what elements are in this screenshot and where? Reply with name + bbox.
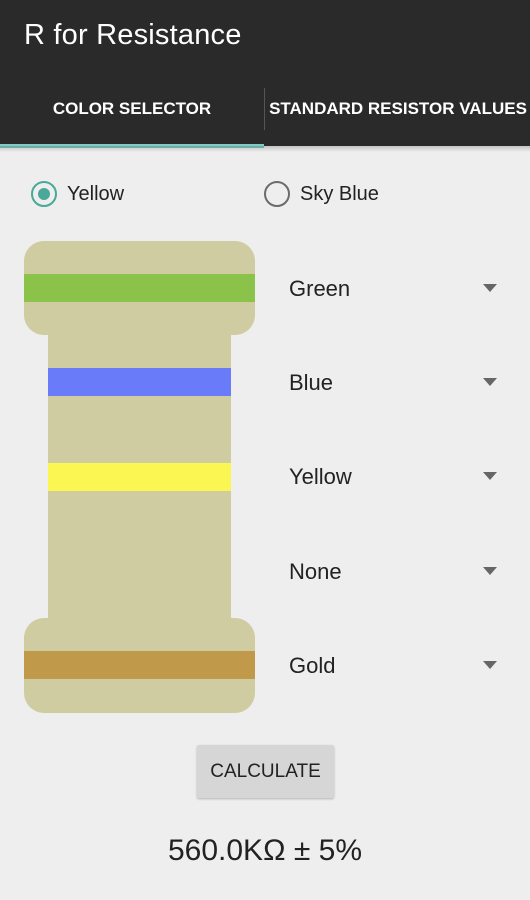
calculate-button[interactable]: CALCULATE [197, 745, 334, 798]
tab-color-selector[interactable]: COLOR SELECTOR [0, 72, 264, 146]
band-5-stripe [24, 651, 255, 679]
band-1-stripe [24, 274, 255, 302]
radio-sky-blue[interactable]: Sky Blue [264, 176, 379, 212]
dropdown-arrow-icon [483, 472, 497, 480]
tab-bar: COLOR SELECTOR STANDARD RESISTOR VALUES [0, 72, 530, 146]
tab-standard-resistor-values[interactable]: STANDARD RESISTOR VALUES [266, 72, 530, 146]
band-3-stripe [48, 463, 231, 491]
band-5-dropdown[interactable]: Gold [289, 642, 505, 690]
resistance-result: 560.0KΩ ± 5% [167, 834, 362, 867]
radio-label-yellow: Yellow [67, 182, 125, 205]
tab-bar-shadow [0, 146, 530, 152]
dropdown-arrow-icon [483, 378, 497, 386]
radio-label-sky-blue: Sky Blue [300, 182, 379, 205]
band-1-dropdown[interactable]: Green [289, 265, 505, 313]
band-1-value: Green [289, 276, 351, 301]
dropdown-arrow-icon [483, 661, 497, 669]
app-bar: R for Resistance [0, 0, 530, 72]
tab-divider [264, 88, 265, 130]
band-5-value: Gold [289, 653, 336, 678]
radio-yellow[interactable]: Yellow [31, 176, 124, 212]
app-title: R for Resistance [24, 19, 242, 51]
band-2-stripe [48, 368, 231, 396]
band-2-dropdown[interactable]: Blue [289, 359, 505, 407]
band-4-dropdown[interactable]: None [289, 548, 505, 596]
radio-checked-icon [31, 181, 57, 207]
band-2-value: Blue [289, 370, 334, 395]
radio-unchecked-icon [264, 181, 290, 207]
band-4-value: None [289, 559, 342, 584]
radio-dot [38, 188, 50, 200]
dropdown-arrow-icon [483, 567, 497, 575]
band-3-value: Yellow [289, 464, 352, 489]
band-3-dropdown[interactable]: Yellow [289, 453, 505, 501]
dropdown-arrow-icon [483, 284, 497, 292]
resistor-graphic [24, 241, 255, 713]
